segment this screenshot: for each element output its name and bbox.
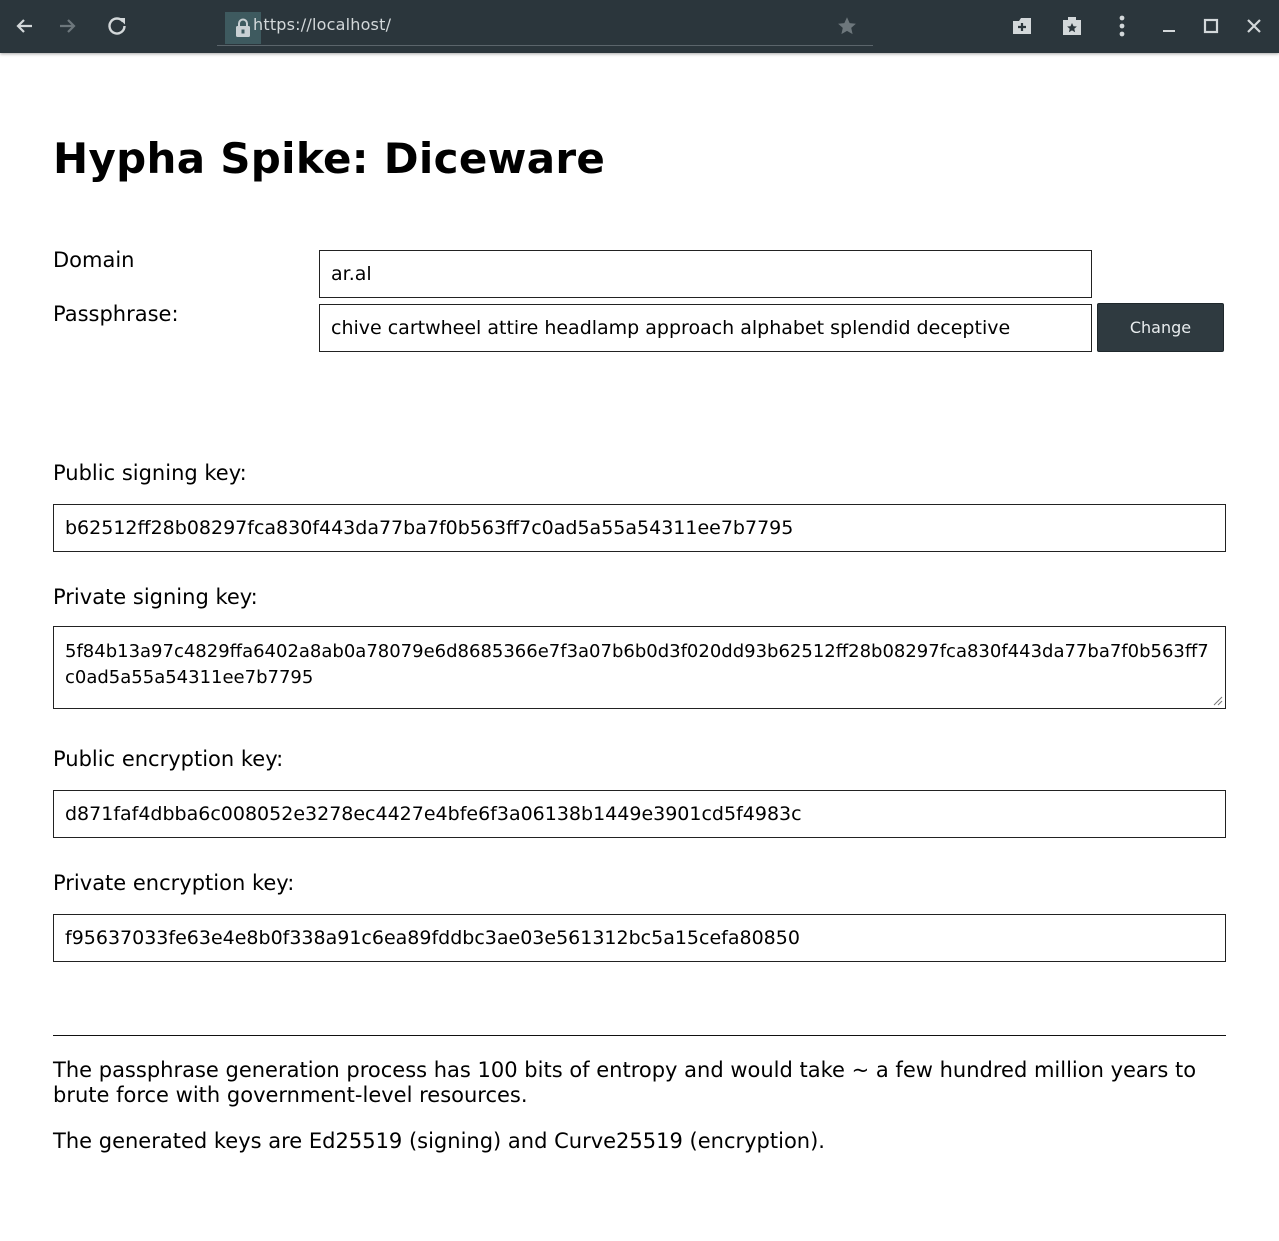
browser-toolbar: https://localhost/ [0, 0, 1279, 53]
divider [53, 1035, 1226, 1036]
url-text[interactable]: https://localhost/ [253, 15, 391, 34]
close-icon[interactable] [1241, 13, 1267, 39]
maximize-icon[interactable] [1198, 13, 1224, 39]
public-signing-key-label: Public signing key: [53, 461, 247, 485]
back-icon[interactable] [12, 13, 38, 39]
bookmark-star-icon[interactable] [835, 14, 859, 38]
page-title: Hypha Spike: Diceware [53, 134, 606, 183]
algorithms-note: The generated keys are Ed25519 (signing)… [53, 1129, 825, 1153]
public-signing-key-field[interactable]: b62512ff28b08297fca830f443da77ba7f0b563f… [53, 504, 1226, 552]
private-signing-key-label: Private signing key: [53, 585, 258, 609]
private-signing-key-value: 5f84b13a97c4829ffa6402a8ab0a78079e6d8685… [65, 641, 1209, 688]
public-encryption-key-label: Public encryption key: [53, 747, 284, 771]
passphrase-input[interactable]: chive cartwheel attire headlamp approach… [319, 304, 1092, 352]
menu-icon[interactable] [1109, 13, 1135, 39]
private-signing-key-textarea[interactable]: 5f84b13a97c4829ffa6402a8ab0a78079e6d8685… [53, 626, 1226, 709]
passphrase-label: Passphrase: [53, 302, 179, 326]
domain-label: Domain [53, 248, 135, 272]
bookmarks-icon[interactable] [1059, 13, 1085, 39]
public-encryption-key-field[interactable]: d871faf4dbba6c008052e3278ec4427e4bfe6f3a… [53, 790, 1226, 838]
forward-icon[interactable] [54, 13, 80, 39]
page-content: Hypha Spike: Diceware Domain ar.al Passp… [0, 53, 1279, 1241]
resize-grip-icon[interactable] [1213, 696, 1223, 706]
domain-input[interactable]: ar.al [319, 250, 1092, 298]
private-encryption-key-label: Private encryption key: [53, 871, 295, 895]
address-bar[interactable]: https://localhost/ [217, 6, 873, 46]
change-passphrase-button[interactable]: Change [1097, 303, 1224, 352]
private-encryption-key-field[interactable]: f95637033fe63e4e8b0f338a91c6ea89fddbc3ae… [53, 914, 1226, 962]
reload-icon[interactable] [104, 13, 130, 39]
minimize-icon[interactable] [1156, 13, 1182, 39]
entropy-note: The passphrase generation process has 10… [53, 1058, 1197, 1107]
add-tab-icon[interactable] [1009, 13, 1035, 39]
